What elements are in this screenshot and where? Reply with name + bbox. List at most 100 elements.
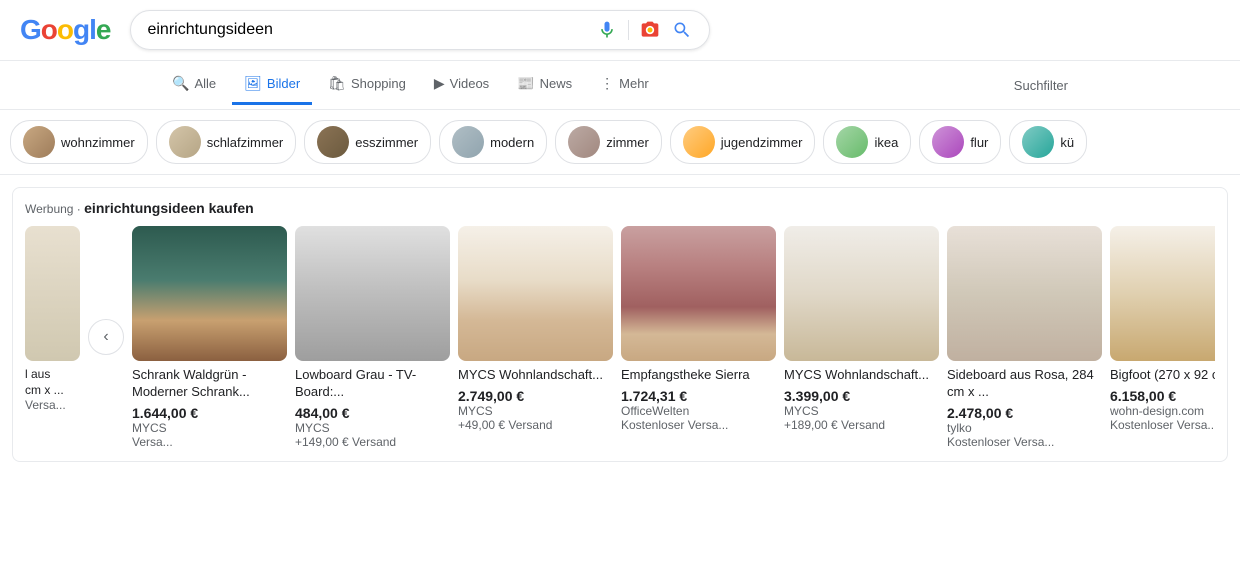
- product-seller-mycs2: MYCS: [784, 404, 939, 418]
- product-card-mycs1[interactable]: MYCS Wohnlandschaft... 2.749,00 € MYCS +…: [458, 226, 613, 449]
- product-price-mycs1: 2.749,00 €: [458, 388, 613, 404]
- search-input[interactable]: [147, 21, 586, 39]
- product-card-partial[interactable]: l auscm x ... Versa...: [25, 226, 80, 449]
- microphone-icon[interactable]: [596, 19, 618, 41]
- product-name-bigfoot: Bigfoot (270 x 92 cm): [1110, 367, 1215, 384]
- chip-ku[interactable]: kü: [1009, 120, 1087, 164]
- chip-label-esszimmer: esszimmer: [355, 135, 418, 150]
- product-name-partial: l auscm x ...: [25, 367, 80, 398]
- product-seller-empfang: OfficeWelten: [621, 404, 776, 418]
- chip-label-modern: modern: [490, 135, 534, 150]
- chip-thumb-jugendzimmer: [683, 126, 715, 158]
- chip-thumb-schlafzimmer: [169, 126, 201, 158]
- tab-mehr-label: Mehr: [619, 76, 649, 91]
- ad-label: Werbung ·: [25, 202, 84, 216]
- nav-tabs: 🔍 Alle 🖼 Bilder 🛍 Shopping ▶ Videos 📰 Ne…: [0, 61, 1240, 110]
- product-shipping-bigfoot: Kostenloser Versa...: [1110, 418, 1215, 432]
- product-name-sideboard: Sideboard aus Rosa, 284 cm x ...: [947, 367, 1102, 401]
- product-card-lowboard[interactable]: Lowboard Grau - TV-Board:... 484,00 € MY…: [295, 226, 450, 449]
- tab-videos[interactable]: ▶ Videos: [422, 65, 501, 105]
- chip-label-jugendzimmer: jugendzimmer: [721, 135, 803, 150]
- bilder-icon: 🖼: [244, 75, 262, 92]
- tab-bilder[interactable]: 🖼 Bilder: [232, 65, 312, 105]
- product-card-empfang[interactable]: Empfangstheke Sierra 1.724,31 € OfficeWe…: [621, 226, 776, 449]
- product-img-bigfoot: [1110, 226, 1215, 361]
- chip-modern[interactable]: modern: [439, 120, 547, 164]
- product-img-empfang: [621, 226, 776, 361]
- ad-header: Werbung · einrichtungsideen kaufen: [25, 200, 1215, 216]
- product-img-lowboard: [295, 226, 450, 361]
- product-price-sideboard: 2.478,00 €: [947, 405, 1102, 421]
- chip-thumb-esszimmer: [317, 126, 349, 158]
- product-seller-mycs1: MYCS: [458, 404, 613, 418]
- chip-label-wohnzimmer: wohnzimmer: [61, 135, 135, 150]
- product-card-sideboard[interactable]: Sideboard aus Rosa, 284 cm x ... 2.478,0…: [947, 226, 1102, 449]
- product-img-mycs2: [784, 226, 939, 361]
- tab-videos-label: Videos: [450, 76, 490, 91]
- prev-button[interactable]: ‹: [88, 319, 124, 355]
- tab-shopping[interactable]: 🛍 Shopping: [316, 65, 418, 105]
- chip-ikea[interactable]: ikea: [823, 120, 911, 164]
- logo-o1: o: [41, 14, 57, 46]
- news-icon: 📰: [517, 75, 534, 92]
- filter-chips: wohnzimmer schlafzimmer esszimmer modern…: [0, 110, 1240, 175]
- logo-gl: gl: [73, 14, 96, 46]
- chip-thumb-modern: [452, 126, 484, 158]
- product-seller-lowboard: MYCS: [295, 421, 450, 435]
- ad-title: einrichtungsideen kaufen: [84, 200, 254, 216]
- search-icons: [596, 19, 693, 41]
- product-price-bigfoot: 6.158,00 €: [1110, 388, 1215, 404]
- product-seller-bigfoot: wohn-design.com: [1110, 404, 1215, 418]
- product-shipping-mycs1: +49,00 € Versand: [458, 418, 613, 432]
- prev-btn-container: ‹: [88, 226, 124, 449]
- videos-icon: ▶: [434, 75, 445, 92]
- chip-label-ku: kü: [1060, 135, 1074, 150]
- tab-news[interactable]: 📰 News: [505, 65, 584, 105]
- tab-alle[interactable]: 🔍 Alle: [160, 65, 228, 105]
- suchfilter-button[interactable]: Suchfilter: [1002, 70, 1080, 101]
- product-seller-sideboard: tylko: [947, 421, 1102, 435]
- product-shipping-empfang: Kostenloser Versa...: [621, 418, 776, 432]
- product-price-lowboard: 484,00 €: [295, 405, 450, 421]
- shopping-icon: 🛍: [328, 75, 346, 92]
- mehr-icon: ⋮: [600, 75, 614, 92]
- google-logo[interactable]: Google: [20, 14, 110, 46]
- chip-schlafzimmer[interactable]: schlafzimmer: [156, 120, 297, 164]
- divider: [628, 20, 629, 40]
- logo-o2: o: [57, 14, 73, 46]
- header: Google: [0, 0, 1240, 61]
- product-img-partial: [25, 226, 80, 361]
- chip-flur[interactable]: flur: [919, 120, 1001, 164]
- product-name-mycs2: MYCS Wohnlandschaft...: [784, 367, 939, 384]
- camera-icon[interactable]: [639, 19, 661, 41]
- logo-e: e: [96, 14, 111, 46]
- product-seller-schrank: MYCS: [132, 421, 287, 435]
- tab-mehr[interactable]: ⋮ Mehr: [588, 65, 661, 105]
- chip-label-zimmer: zimmer: [606, 135, 649, 150]
- tab-bilder-label: Bilder: [267, 76, 300, 91]
- chip-esszimmer[interactable]: esszimmer: [304, 120, 431, 164]
- product-card-mycs2[interactable]: MYCS Wohnlandschaft... 3.399,00 € MYCS +…: [784, 226, 939, 449]
- product-shipping-schrank: Versa...: [132, 435, 287, 449]
- chip-wohnzimmer[interactable]: wohnzimmer: [10, 120, 148, 164]
- product-shipping-sideboard: Kostenloser Versa...: [947, 435, 1102, 449]
- tab-shopping-label: Shopping: [351, 76, 406, 91]
- tab-news-label: News: [540, 76, 573, 91]
- product-card-schrank[interactable]: Schrank Waldgrün - Moderner Schrank... 1…: [132, 226, 287, 449]
- product-price-empfang: 1.724,31 €: [621, 388, 776, 404]
- product-img-schrank: [132, 226, 287, 361]
- chip-thumb-zimmer: [568, 126, 600, 158]
- product-img-sideboard: [947, 226, 1102, 361]
- chip-jugendzimmer[interactable]: jugendzimmer: [670, 120, 816, 164]
- product-shipping-mycs2: +189,00 € Versand: [784, 418, 939, 432]
- product-name-lowboard: Lowboard Grau - TV-Board:...: [295, 367, 450, 401]
- chip-thumb-ikea: [836, 126, 868, 158]
- product-shipping-lowboard: +149,00 € Versand: [295, 435, 450, 449]
- product-name-mycs1: MYCS Wohnlandschaft...: [458, 367, 613, 384]
- product-card-bigfoot[interactable]: Bigfoot (270 x 92 cm) 6.158,00 € wohn-de…: [1110, 226, 1215, 449]
- chip-label-schlafzimmer: schlafzimmer: [207, 135, 284, 150]
- logo-g: G: [20, 14, 41, 46]
- chip-zimmer[interactable]: zimmer: [555, 120, 662, 164]
- product-name-schrank: Schrank Waldgrün - Moderner Schrank...: [132, 367, 287, 401]
- search-submit-icon[interactable]: [671, 19, 693, 41]
